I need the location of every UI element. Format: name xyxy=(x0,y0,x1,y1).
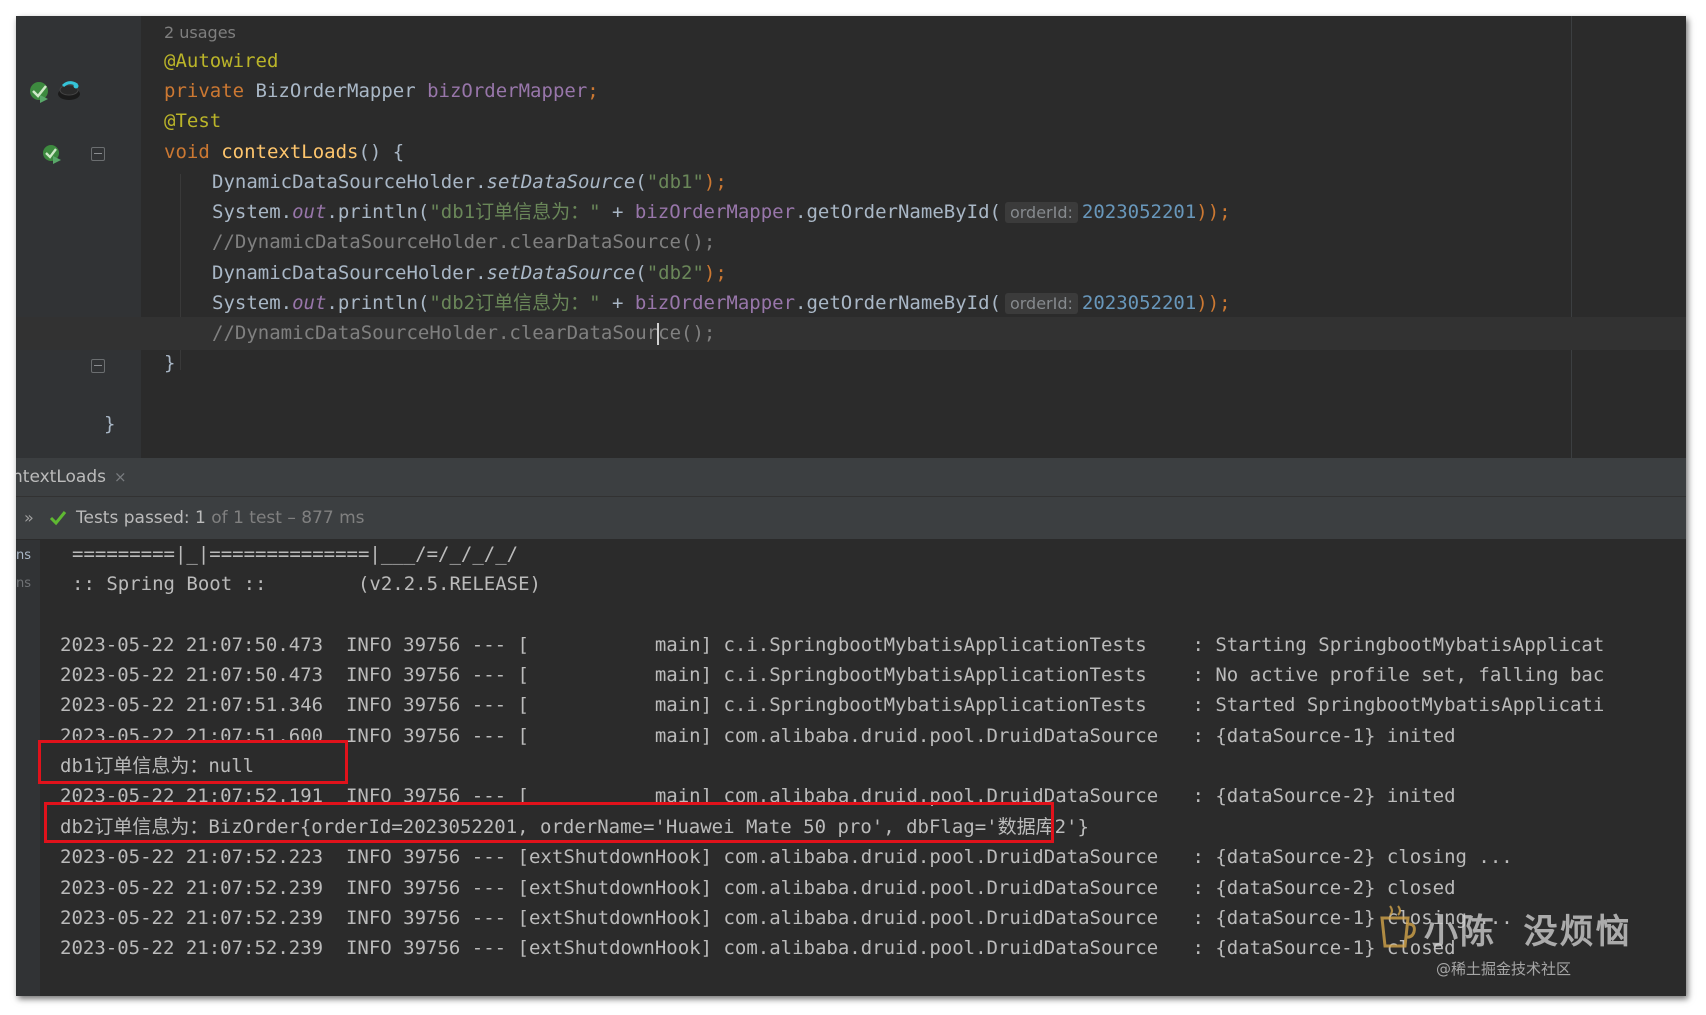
method-signature-rest: () { xyxy=(358,141,405,163)
close-icon[interactable]: × xyxy=(114,468,127,486)
test-duration-label: ns xyxy=(16,576,32,591)
code-line: void contextLoads() { xyxy=(16,136,1686,169)
code-line: @Autowired xyxy=(16,45,1686,78)
coffee-cup-icon xyxy=(1380,905,1416,948)
string-literal: "db2" xyxy=(646,262,704,284)
annotation-autowired: @Autowired xyxy=(164,50,279,72)
log-text: 2023-05-22 21:07:52.239 INFO 39756 --- [… xyxy=(60,937,1456,959)
test-duration-label: ns xyxy=(16,548,32,563)
banner-text: =========|_|==============|___/=/_/_/_/ xyxy=(72,543,519,565)
chevron-right-icon[interactable]: » xyxy=(24,497,34,539)
class-ref: DynamicDataSourceHolder. xyxy=(212,262,487,284)
field-ref: bizOrderMapper xyxy=(634,292,796,314)
static-field: out xyxy=(292,201,327,223)
code-editor[interactable]: 2 usages @Autowired private BizOrderMapp… xyxy=(16,16,1686,458)
annotation-test: @Test xyxy=(164,110,222,132)
keyword: private xyxy=(164,80,245,102)
statement-end: )); xyxy=(1196,292,1231,314)
field-ref: bizOrderMapper xyxy=(634,201,796,223)
highlight-box xyxy=(38,740,348,784)
statement-end: ); xyxy=(703,262,727,284)
test-status-text: Tests passed: 1 of 1 test – 877 ms xyxy=(76,497,365,539)
status-suffix: of 1 test – 877 ms xyxy=(205,508,365,528)
test-status-bar: » Tests passed: 1 of 1 test – 877 ms xyxy=(16,497,1686,540)
static-method: setDataSource xyxy=(486,262,636,284)
closing-brace: } xyxy=(164,352,176,374)
method-call: .getOrderNameById( xyxy=(795,292,1001,314)
code-line: DynamicDataSourceHolder.setDataSource("d… xyxy=(16,257,1686,290)
code-line: System.out.println("db2订单信息为：" + bizOrde… xyxy=(16,287,1686,320)
semicolon: ; xyxy=(587,80,599,102)
run-tool-window-tabs: ntextLoads × xyxy=(16,458,1686,497)
log-text: 2023-05-22 21:07:52.223 INFO 39756 --- [… xyxy=(60,846,1513,868)
code-line: //DynamicDataSourceHolder.clearDataSourc… xyxy=(16,226,1686,259)
class-ref: DynamicDataSourceHolder. xyxy=(212,171,487,193)
string-literal: "db2订单信息为：" xyxy=(429,292,601,314)
watermark-subtitle: @稀土掘金技术社区 xyxy=(1436,960,1572,978)
method-call: .println( xyxy=(326,292,430,314)
code-line: } xyxy=(16,408,1686,441)
banner-text: :: Spring Boot :: (v2.2.5.RELEASE) xyxy=(72,573,541,595)
tab-label: ntextLoads xyxy=(16,467,106,487)
watermark: 小陈 没烦恼 @稀土掘金技术社区 xyxy=(1366,898,1686,996)
status-count: 1 xyxy=(195,508,206,528)
code-line: DynamicDataSourceHolder.setDataSource("d… xyxy=(16,166,1686,199)
string-literal: "db1" xyxy=(646,171,704,193)
code-line: System.out.println("db1订单信息为：" + bizOrde… xyxy=(16,196,1686,229)
class-closing-brace: } xyxy=(104,413,116,435)
field-name: bizOrderMapper xyxy=(427,80,588,102)
watermark-title: 小陈 没烦恼 xyxy=(1424,912,1632,952)
log-text: 2023-05-22 21:07:52.239 INFO 39756 --- [… xyxy=(60,877,1456,899)
log-text: 2023-05-22 21:07:50.473 INFO 39756 --- [… xyxy=(60,634,1605,656)
code-line: @Test xyxy=(16,105,1686,138)
line-comment: //DynamicDataSourceHolder.clearDataSourc… xyxy=(212,231,716,253)
parameter-hint: orderId: xyxy=(1004,202,1078,223)
parameter-hint: orderId: xyxy=(1004,293,1078,314)
status-prefix: Tests passed: xyxy=(76,508,196,528)
operator: + xyxy=(600,292,635,314)
operator: + xyxy=(600,201,635,223)
class-ref: System. xyxy=(212,292,293,314)
log-text: 2023-05-22 21:07:50.473 INFO 39756 --- [… xyxy=(60,664,1605,686)
method-call: .getOrderNameById( xyxy=(795,201,1001,223)
current-code-line[interactable]: //DynamicDataSourceHolder.clearDataSourc… xyxy=(16,317,1686,350)
test-tree-column: ns ns xyxy=(16,540,40,996)
paren: ( xyxy=(635,171,647,193)
keyword: void xyxy=(164,141,210,163)
code-line: } xyxy=(16,347,1686,380)
static-field: out xyxy=(292,292,327,314)
check-icon xyxy=(49,511,67,526)
string-literal: "db1订单信息为：" xyxy=(429,201,601,223)
tab-contextloads[interactable]: ntextLoads × xyxy=(16,458,127,496)
code-line: private BizOrderMapper bizOrderMapper; xyxy=(16,75,1686,108)
method-call: .println( xyxy=(326,201,430,223)
line-comment: //DynamicDataSourceHolder.clearDataSour xyxy=(212,322,659,344)
class-ref: System. xyxy=(212,201,293,223)
ide-window: 2 usages @Autowired private BizOrderMapp… xyxy=(16,16,1686,996)
line-comment: ce(); xyxy=(658,322,716,344)
type-name: BizOrderMapper xyxy=(244,80,428,102)
number-literal: 2023052201 xyxy=(1081,292,1197,314)
number-literal: 2023052201 xyxy=(1081,201,1197,223)
statement-end: )); xyxy=(1196,201,1231,223)
static-method: setDataSource xyxy=(486,171,636,193)
log-text: 2023-05-22 21:07:51.346 INFO 39756 --- [… xyxy=(60,694,1605,716)
highlight-box xyxy=(44,802,1054,843)
paren: ( xyxy=(635,262,647,284)
log-text: 2023-05-22 21:07:52.239 INFO 39756 --- [… xyxy=(60,907,1513,929)
method-name: contextLoads xyxy=(209,141,359,163)
statement-end: ); xyxy=(703,171,727,193)
